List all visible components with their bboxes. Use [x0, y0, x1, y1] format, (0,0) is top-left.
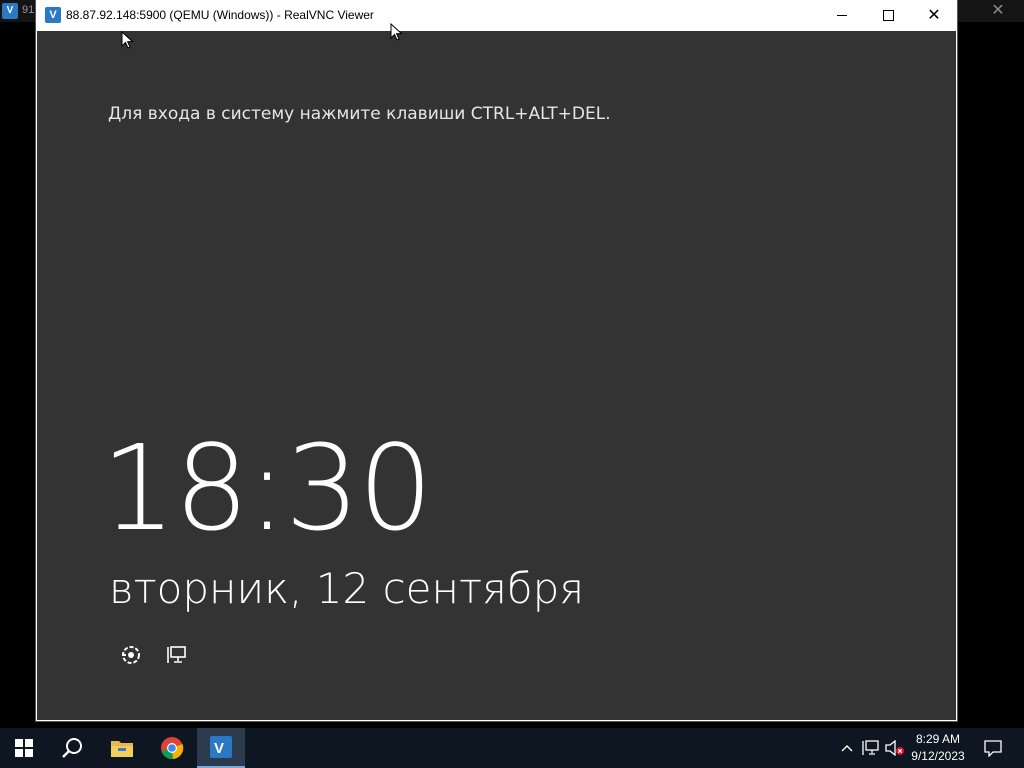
taskbar: V 8:29 AM 9/12/2023	[0, 728, 1024, 768]
windows-start-icon	[15, 739, 33, 757]
ease-of-access-icon[interactable]	[118, 642, 144, 668]
chrome-button[interactable]	[148, 728, 196, 768]
chevron-up-icon	[841, 745, 853, 752]
ctrl-alt-del-hint: Для входа в систему нажмите клавиши CTRL…	[108, 104, 611, 124]
start-button[interactable]	[0, 728, 48, 768]
network-icon[interactable]	[164, 642, 190, 668]
background-window-title: 91	[22, 4, 35, 16]
title-bar[interactable]: V 88.87.92.148:5900 (QEMU (Windows)) - R…	[36, 0, 957, 31]
realvnc-icon: V	[2, 3, 18, 19]
lockscreen-date: вторник, 12 сентября	[109, 564, 585, 613]
minimize-button[interactable]	[819, 0, 865, 31]
lockscreen-time: 18:30	[101, 419, 433, 557]
tray-network-button[interactable]	[860, 728, 882, 768]
mouse-cursor	[121, 31, 134, 49]
close-button[interactable]: ✕	[911, 0, 957, 31]
remote-desktop-lockscreen[interactable]: Для входа в систему нажмите клавиши CTRL…	[37, 31, 956, 720]
realvnc-taskbar-button[interactable]: V	[197, 728, 245, 768]
file-explorer-button[interactable]	[98, 728, 146, 768]
vnc-viewer-window: V 88.87.92.148:5900 (QEMU (Windows)) - R…	[36, 0, 957, 721]
tray-time: 8:29 AM	[915, 732, 961, 746]
mouse-cursor	[390, 23, 403, 41]
close-icon: ✕	[927, 6, 941, 24]
svg-text:V: V	[214, 740, 224, 757]
window-title: 88.87.92.148:5900 (QEMU (Windows)) - Rea…	[66, 8, 374, 22]
volume-muted-icon	[885, 740, 904, 756]
realvnc-icon: V	[210, 736, 232, 758]
chrome-icon	[161, 737, 184, 760]
action-center-button[interactable]	[978, 728, 1008, 768]
minimize-icon	[837, 15, 847, 16]
maximize-button[interactable]	[865, 0, 911, 31]
desktop: V 91 ✕ V 88.87.92.148:5900 (QEMU (Window…	[0, 0, 1024, 768]
tray-clock[interactable]: 8:29 AM 9/12/2023	[906, 731, 970, 765]
tray-date: 9/12/2023	[911, 749, 965, 763]
network-icon	[862, 740, 879, 755]
background-window-close-button[interactable]: ✕	[986, 1, 1010, 21]
maximize-icon	[882, 10, 894, 21]
file-explorer-icon	[111, 741, 133, 757]
tray-volume-button[interactable]	[884, 728, 906, 768]
search-icon	[62, 738, 82, 758]
realvnc-icon[interactable]: V	[45, 7, 61, 23]
search-button[interactable]	[48, 728, 96, 768]
notification-icon	[984, 740, 1002, 757]
show-hidden-icons-button[interactable]	[837, 728, 857, 768]
